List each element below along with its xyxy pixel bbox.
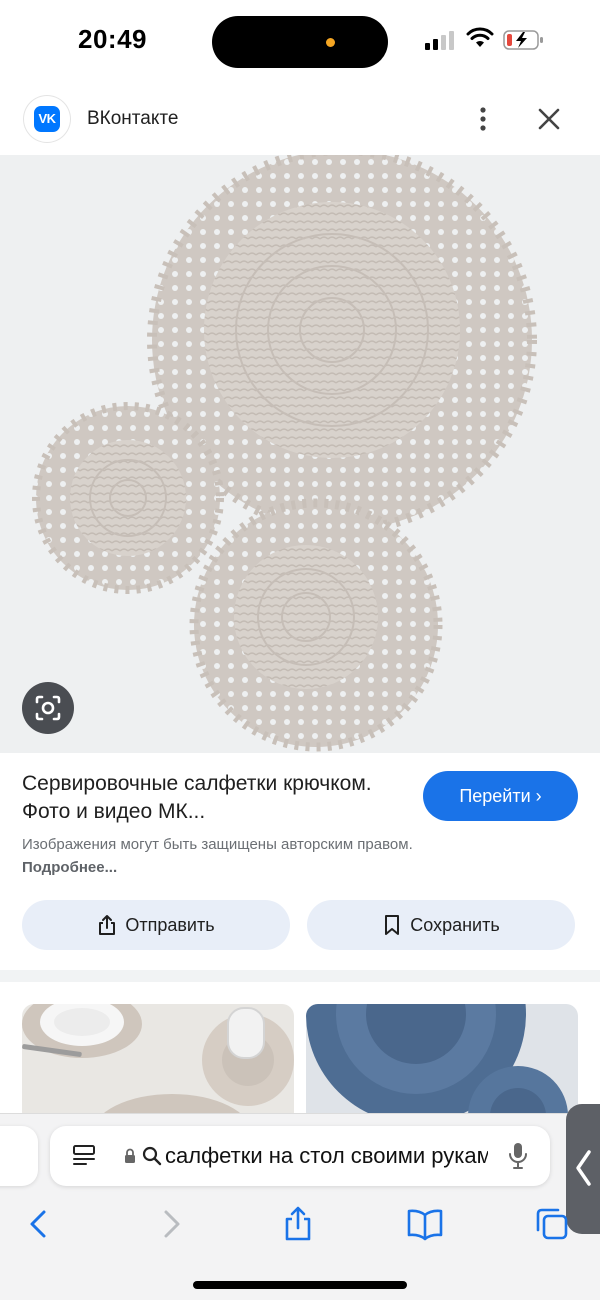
home-indicator (193, 1281, 407, 1289)
vk-logo-text: VK (34, 106, 60, 132)
share-toolbar-icon[interactable] (278, 1204, 318, 1244)
dynamic-island (212, 16, 388, 68)
crochet-doilies-image (32, 155, 537, 752)
bookmarks-icon[interactable] (405, 1204, 445, 1244)
mic-icon[interactable] (508, 1142, 528, 1170)
learn-more-link[interactable]: Подробнее... (22, 859, 117, 876)
result-title[interactable]: Сервировочные салфетки крючком. Фото и в… (22, 770, 402, 826)
lock-icon (125, 1148, 135, 1163)
battery-charging-icon (503, 30, 543, 50)
forward-icon[interactable] (152, 1204, 192, 1244)
save-label: Сохранить (410, 914, 500, 935)
related-image-1-graphic (22, 1004, 294, 1124)
address-text[interactable]: салфетки на стол своими руками (165, 1142, 488, 1170)
browser-toolbar (0, 1200, 600, 1250)
lens-search-button[interactable] (22, 682, 74, 734)
close-icon[interactable] (534, 104, 564, 134)
status-bar: 20:49 (0, 0, 600, 82)
screen: 20:49 VK ВКонтакте Сервировочные салфетк… (0, 0, 600, 1300)
signal-icon (425, 30, 457, 50)
site-name[interactable]: ВКонтакте (87, 108, 178, 130)
tabs-icon[interactable] (532, 1204, 572, 1244)
copyright-note: Изображения могут быть защищены авторски… (22, 833, 442, 879)
share-icon (99, 915, 116, 935)
chevron-left-icon (576, 1150, 591, 1186)
related-image-1[interactable] (22, 1004, 294, 1124)
bookmark-icon (385, 915, 400, 935)
reader-icon[interactable] (72, 1144, 96, 1168)
save-button[interactable]: Сохранить (307, 900, 575, 950)
share-label: Отправить (125, 914, 215, 935)
browser-bottom-bar: салфетки на стол своими руками (0, 1104, 600, 1300)
search-icon (142, 1146, 162, 1166)
vk-logo[interactable]: VK (24, 96, 70, 142)
address-bar[interactable]: салфетки на стол своими руками (50, 1126, 550, 1186)
wifi-icon (466, 27, 494, 47)
privacy-indicator-dot (326, 38, 335, 47)
main-image[interactable] (0, 155, 600, 753)
previous-tab-stub[interactable] (0, 1126, 38, 1186)
status-time: 20:49 (78, 24, 147, 54)
related-image-2-graphic (306, 1004, 568, 1124)
share-button[interactable]: Отправить (22, 900, 290, 950)
back-icon[interactable] (20, 1204, 60, 1244)
more-vertical-icon[interactable] (472, 104, 494, 134)
visit-button[interactable]: Перейти › (423, 771, 578, 821)
section-divider (0, 970, 600, 982)
copyright-text: Изображения могут быть защищены авторски… (22, 836, 413, 853)
lens-icon (35, 695, 61, 721)
related-image-2[interactable] (306, 1004, 578, 1124)
result-header: VK ВКонтакте (0, 92, 600, 152)
